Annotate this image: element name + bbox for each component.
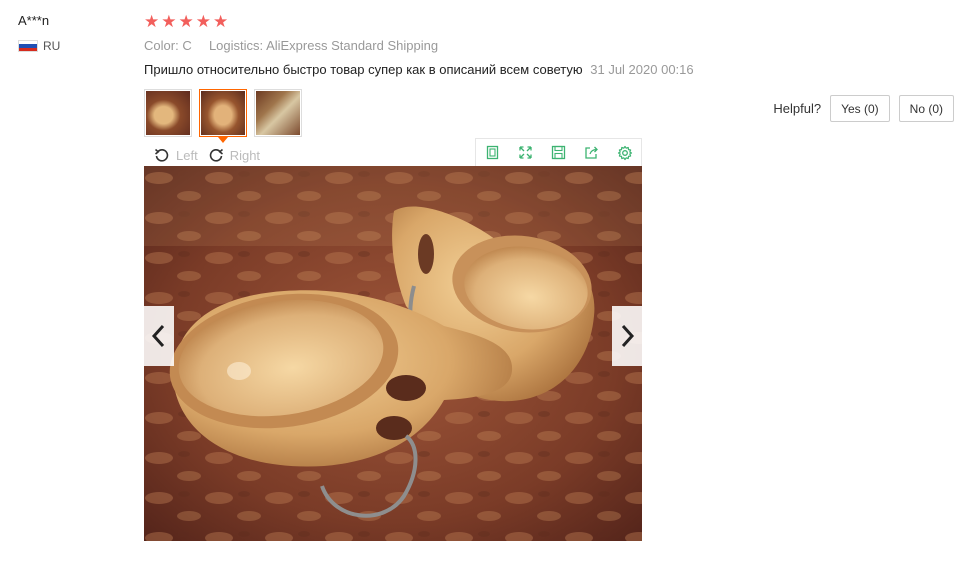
russia-flag-icon: [18, 40, 38, 52]
color-value: C: [182, 38, 192, 53]
fit-screen-button[interactable]: [476, 139, 509, 166]
star-rating: ★ ★ ★ ★ ★: [144, 12, 964, 32]
fullscreen-button[interactable]: [509, 139, 542, 166]
logistics-value: AliExpress Standard Shipping: [266, 38, 439, 53]
fit-screen-icon: [486, 145, 499, 160]
viewer-toolbar: [475, 138, 642, 167]
review-photo: [144, 166, 642, 541]
rotate-right-icon: [209, 148, 223, 162]
logistics-label: Logistics:: [208, 38, 264, 53]
fullscreen-icon: [519, 146, 532, 159]
chevron-left-icon: [151, 324, 165, 348]
review-date: 31 Jul 2020 00:16: [590, 62, 694, 77]
reviewer-country: RU: [18, 39, 60, 53]
star-icon: ★: [213, 12, 229, 31]
save-icon: [551, 145, 566, 160]
chevron-right-icon: [621, 324, 635, 348]
review-body: ★ ★ ★ ★ ★ Color: C Logistics: AliExpress…: [144, 12, 964, 78]
share-button[interactable]: [575, 139, 608, 166]
star-icon: ★: [178, 12, 194, 31]
review-content: Пришло относительно быстро товар супер к…: [144, 62, 964, 78]
next-image-button[interactable]: [612, 306, 642, 366]
rotate-left-icon: [154, 148, 169, 162]
save-button[interactable]: [542, 139, 575, 166]
review-thumbnail[interactable]: [144, 89, 192, 137]
rotate-left-button[interactable]: Left: [154, 147, 198, 163]
rotate-controls: Left Right: [144, 144, 270, 166]
helpful-label: Helpful?: [773, 101, 822, 116]
review-thumbnails: [144, 89, 302, 143]
review-thumbnail[interactable]: [254, 89, 302, 137]
helpful-no-button[interactable]: No (0): [898, 95, 954, 122]
rotate-left-label: Left: [176, 147, 198, 163]
helpful-vote: Helpful? Yes (0) No (0): [773, 95, 954, 122]
share-icon: [585, 146, 598, 159]
wooden-cups-photo: [144, 166, 642, 541]
reviewer-name: A***n: [18, 13, 50, 28]
country-code: RU: [43, 39, 61, 53]
previous-image-button[interactable]: [144, 306, 174, 366]
reviewer-info: A***n RU: [18, 12, 60, 53]
order-meta: Color: C Logistics: AliExpress Standard …: [144, 38, 964, 54]
rotate-right-button[interactable]: Right: [208, 147, 260, 163]
settings-button[interactable]: [608, 139, 641, 166]
helpful-yes-button[interactable]: Yes (0): [830, 95, 890, 122]
review-text: Пришло относительно быстро товар супер к…: [144, 62, 583, 77]
star-icon: ★: [161, 12, 177, 31]
star-icon: ★: [144, 12, 160, 31]
image-viewer: Left Right: [144, 138, 642, 541]
rotate-right-label: Right: [229, 147, 261, 163]
review-thumbnail-active[interactable]: [199, 89, 247, 143]
star-icon: ★: [195, 12, 211, 31]
settings-icon: [617, 145, 632, 160]
color-label: Color:: [144, 38, 179, 53]
